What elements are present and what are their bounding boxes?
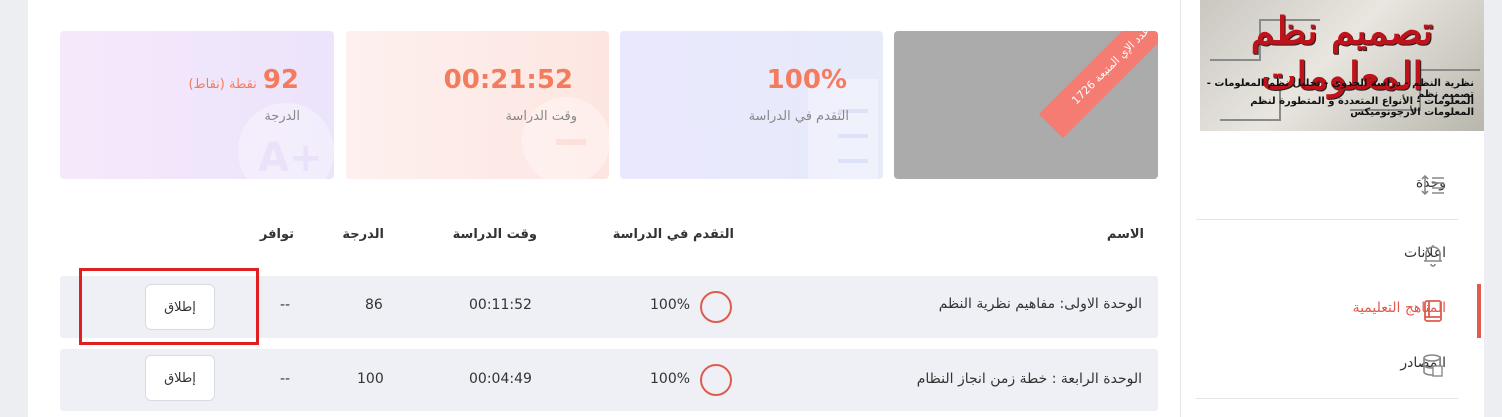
study-time-value: 00:21:52 — [443, 65, 573, 95]
study-time-label: وقت الدراسة — [505, 109, 577, 124]
enrolled-count-ribbon: 1726 عدد الإي المتبعة — [1038, 31, 1158, 139]
header-availability: توافر — [259, 227, 294, 242]
clock-icon — [522, 97, 609, 179]
header-progress: التقدم في الدراسة — [612, 227, 734, 242]
unit-time: 00:11:52 — [469, 297, 532, 313]
sidebar-separator — [1196, 219, 1458, 220]
logo-subtitle: المعلومات - الأنواع المتعددة و المتطورة … — [1250, 96, 1474, 118]
list-order-icon — [1421, 174, 1444, 196]
unit-name: الوحدة الاولى: مفاهيم نظرية النظم — [938, 296, 1142, 312]
study-time-card: 00:21:52 وقت الدراسة — [346, 31, 609, 179]
progress-label: التقدم في الدراسة — [748, 109, 849, 124]
grade-label: الدرجة — [264, 109, 300, 124]
course-cover-card: 1726 عدد الإي المتبعة — [894, 31, 1158, 179]
unit-availability: -- — [280, 297, 291, 313]
table-row: الوحدة الرابعة : خطة زمن انجاز النظام 10… — [60, 349, 1158, 411]
database-doc-icon — [1423, 354, 1443, 377]
left-margin — [0, 0, 28, 417]
highlight-box — [79, 268, 259, 345]
grade-card: A+ 92 نقطة (نقاط) الدرجة — [60, 31, 334, 179]
progress-card: 100% التقدم في الدراسة — [620, 31, 883, 179]
launch-button[interactable]: إطلاق — [145, 355, 215, 401]
bell-icon — [1424, 245, 1442, 267]
grade-unit: نقطة (نقاط) — [188, 77, 257, 92]
right-margin — [1484, 0, 1502, 417]
unit-progress: 100% — [650, 297, 691, 313]
unit-time: 00:04:49 — [469, 371, 532, 387]
progress-ring-icon — [700, 364, 732, 396]
header-time: وقت الدراسة — [452, 227, 537, 242]
progress-value: 100% — [766, 65, 847, 95]
book-icon — [1424, 300, 1442, 322]
unit-progress: 100% — [650, 371, 691, 387]
unit-grade: 100 — [357, 371, 384, 387]
progress-ring-icon — [700, 291, 732, 323]
header-name: الاسم — [1106, 227, 1144, 242]
grade-value: 92 — [262, 65, 299, 95]
header-grade: الدرجة — [342, 227, 384, 242]
course-logo: تصميم نظم المعلومات نظرية النظم - دراسة … — [1200, 0, 1484, 131]
svg-text:A+: A+ — [258, 135, 322, 179]
unit-availability: -- — [280, 371, 291, 387]
sidebar-divider — [1180, 0, 1181, 417]
active-indicator — [1477, 284, 1481, 338]
unit-grade: 86 — [365, 297, 383, 313]
sidebar-separator — [1196, 398, 1458, 399]
unit-name: الوحدة الرابعة : خطة زمن انجاز النظام — [916, 371, 1142, 387]
